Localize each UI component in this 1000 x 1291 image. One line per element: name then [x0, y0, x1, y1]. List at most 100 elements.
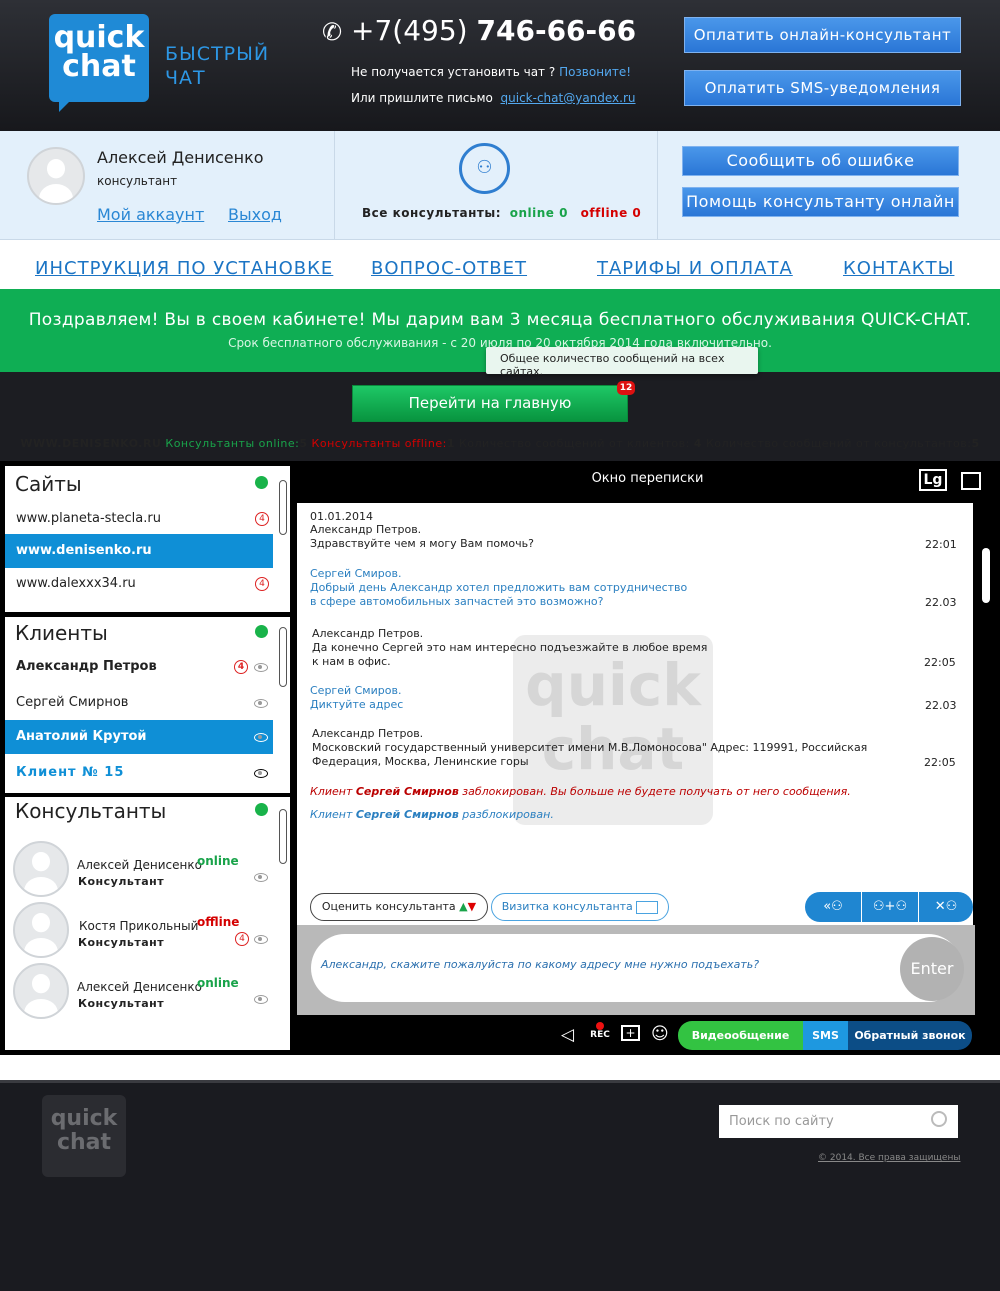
- consultant-role: Консультант: [78, 875, 165, 888]
- consultant-status: online: [197, 854, 239, 868]
- msg-time: 22.03: [925, 596, 957, 609]
- consultants-group-icon: ⚇: [459, 143, 510, 194]
- home-button[interactable]: Перейти на главную: [352, 385, 628, 422]
- msg-text: Федерация, Москва, Ленинские горы: [312, 755, 529, 768]
- consultants-title: Консультанты: [15, 799, 167, 823]
- nav-faq[interactable]: ВОПРОС-ОТВЕТ: [371, 258, 527, 279]
- sites-online-dot: [255, 476, 268, 489]
- pay-sms-button[interactable]: Оплатить SMS-уведомления: [684, 70, 961, 106]
- msg-time: 22:05: [924, 756, 956, 769]
- consultant-role: Консультант: [78, 997, 165, 1010]
- main-nav: ИНСТРУКЦИЯ ПО УСТАНОВКЕ ВОПРОС-ОТВЕТ ТАР…: [0, 240, 1000, 289]
- stats-line: WWW.DENISENKO.RU Консультанты online:5 К…: [0, 437, 1000, 450]
- video-button[interactable]: Видеообщение: [678, 1021, 803, 1050]
- help-consultant-button[interactable]: Помощь консультанту онлайн: [682, 187, 959, 217]
- footer-logo[interactable]: quick chat: [42, 1095, 126, 1177]
- nav-install[interactable]: ИНСТРУКЦИЯ ПО УСТАНОВКЕ: [35, 258, 333, 279]
- clients-panel: Клиенты Александр Петров 4 Сергей Смирнов…: [2, 614, 293, 796]
- call-link[interactable]: Позвоните!: [559, 65, 631, 79]
- remove-consultant-button[interactable]: ✕⚇: [919, 892, 973, 922]
- eye-icon[interactable]: [254, 935, 268, 944]
- rate-consultant-button[interactable]: Оценить консультанта ▲▼: [310, 893, 488, 921]
- msg-author: Александр Петров.: [312, 727, 424, 740]
- clients-online-dot: [255, 625, 268, 638]
- site-item-selected[interactable]: www.denisenko.ru: [5, 534, 273, 568]
- add-consultant-button[interactable]: ⚇+⚇: [862, 892, 918, 922]
- site-item[interactable]: www.planeta-stecla.ru 4: [5, 502, 273, 536]
- client-item-selected[interactable]: Анатолий Крутой: [5, 720, 273, 754]
- card-icon: [636, 900, 659, 914]
- eye-icon[interactable]: [254, 995, 268, 1004]
- nav-tariffs[interactable]: ТАРИФЫ И ОПЛАТА: [597, 258, 793, 279]
- pay-consultant-button[interactable]: Оплатить онлайн-консультант: [684, 17, 961, 53]
- online-count: online 0: [509, 206, 568, 220]
- mail-prefix: Или пришлите письмо: [351, 91, 493, 105]
- mail-link[interactable]: quick-chat@yandex.ru: [501, 91, 636, 105]
- copyright: © 2014. Все права защищены: [818, 1153, 961, 1163]
- logo[interactable]: quick chat: [49, 14, 155, 114]
- attach-icon[interactable]: +: [621, 1025, 640, 1041]
- stats-offline-label: Консультанты offline:: [311, 437, 447, 450]
- eye-icon[interactable]: [254, 873, 268, 882]
- client-item[interactable]: Сергей Смирнов: [5, 686, 273, 720]
- consultant-status: offline: [197, 915, 240, 929]
- transfer-back-button[interactable]: «⚇: [805, 892, 861, 922]
- sms-button[interactable]: SMS: [803, 1021, 848, 1050]
- msg-text: Здравствуйте чем я могу Вам помочь?: [310, 537, 534, 550]
- msg-author: Александр Петров.: [310, 523, 422, 536]
- clients-title: Клиенты: [15, 621, 108, 645]
- callback-button[interactable]: Обратный звонок: [848, 1021, 972, 1050]
- consultant-item[interactable]: Алексей Денисенко online Консультант: [5, 963, 275, 1021]
- consultant-avatar: [13, 902, 69, 958]
- lg-icon[interactable]: Lg: [919, 469, 947, 491]
- consultants-panel: Консультанты Алексей Денисенко online Ко…: [2, 794, 293, 1053]
- consultants-scrollbar[interactable]: [279, 809, 287, 864]
- eye-icon[interactable]: [254, 699, 268, 708]
- msg-author: Сергей Смиров.: [310, 567, 402, 580]
- eye-icon[interactable]: [254, 769, 268, 778]
- report-error-button[interactable]: Сообщить об ошибке: [682, 146, 959, 176]
- nav-contacts[interactable]: КОНТАКТЫ: [843, 258, 954, 279]
- chat-date: 01.01.2014: [310, 510, 373, 523]
- consultant-status: online: [197, 976, 239, 990]
- msg-text: к нам в офис.: [312, 655, 391, 668]
- brand-line2: ЧАТ: [165, 67, 206, 89]
- unread-badge: 4: [234, 660, 248, 674]
- enter-button[interactable]: Enter: [900, 937, 964, 1001]
- consultant-card-button[interactable]: Визитка консультанта: [491, 893, 669, 921]
- home-badge: 12: [617, 381, 635, 395]
- smile-icon[interactable]: ☺: [651, 1024, 669, 1044]
- unread-badge: 4: [235, 932, 249, 946]
- eye-icon[interactable]: [254, 733, 268, 742]
- client-item[interactable]: Клиент № 15: [5, 756, 273, 790]
- site-item[interactable]: www.dalexxx34.ru 4: [5, 567, 273, 601]
- stats-online-label: Консультанты online:: [165, 437, 300, 450]
- client-item[interactable]: Александр Петров 4: [5, 650, 273, 684]
- sites-scrollbar[interactable]: [279, 480, 287, 535]
- unread-badge: 4: [255, 512, 269, 526]
- stats-online-n: 5: [299, 437, 308, 450]
- header: quick chat БЫСТРЫЙ ЧАТ ✆ +7(495) 746-66-…: [0, 0, 1000, 131]
- home-button-label: Перейти на главную: [408, 394, 572, 412]
- consultant-item[interactable]: Алексей Денисенко online Консультант: [5, 841, 275, 899]
- search-icon[interactable]: [931, 1111, 947, 1127]
- logout-link[interactable]: Выход: [228, 205, 282, 224]
- chat-scrollbar[interactable]: [982, 548, 990, 603]
- popout-icon[interactable]: [961, 472, 981, 490]
- sound-icon[interactable]: ◁: [561, 1025, 574, 1045]
- user-role: консультант: [97, 174, 178, 188]
- footer-search-placeholder: Поиск по сайту: [729, 1114, 834, 1129]
- rec-button[interactable]: REC: [587, 1022, 613, 1048]
- blocked-notice: Клиент Сергей Смирнов заблокирован. Вы б…: [310, 785, 851, 798]
- sites-title: Сайты: [15, 472, 82, 496]
- consultant-item[interactable]: Костя Прикольный offline Консультант 4: [5, 902, 275, 960]
- stats-cons-n: 5: [971, 437, 980, 450]
- chat-input-area: Александр, скажите пожалуйста по какому …: [297, 925, 975, 1015]
- consultant-name: Алексей Денисенко: [77, 858, 202, 872]
- unblocked-notice: Клиент Сергей Смирнов разблокирован.: [310, 808, 554, 821]
- my-account-link[interactable]: Мой аккаунт: [97, 205, 204, 224]
- clients-scrollbar[interactable]: [279, 627, 287, 687]
- eye-icon[interactable]: [254, 663, 268, 672]
- msg-author: Сергей Смиров.: [310, 684, 402, 697]
- messages-tooltip: Общее количество сообщений на всех сайта…: [486, 347, 758, 378]
